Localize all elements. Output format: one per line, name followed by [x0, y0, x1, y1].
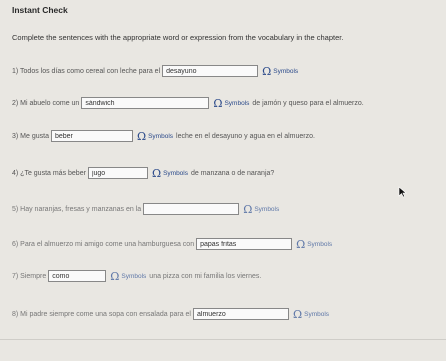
symbols-button-7[interactable]: Ω Symbols [110, 271, 146, 282]
question-7-text: 7) Siempre [12, 272, 47, 280]
omega-icon: Ω [213, 96, 223, 110]
omega-icon: Ω [151, 166, 162, 180]
answer-5-input[interactable] [143, 203, 240, 215]
omega-icon: Ω [110, 269, 120, 283]
question-6: 6) Para el almuerzo mi amigo come una ha… [12, 238, 335, 250]
symbols-button-3[interactable]: Ω Symbols [137, 131, 173, 142]
symbols-button-4[interactable]: Ω Symbols [152, 168, 188, 179]
symbols-label: Symbols [148, 132, 174, 140]
symbols-label: Symbols [304, 310, 330, 318]
question-5-text: 5) Hay naranjas, fresas y manzanas en la [12, 205, 142, 213]
symbols-button-6[interactable]: Ω Symbols [296, 239, 332, 250]
omega-icon: Ω [262, 64, 272, 78]
question-4: 4) ¿Te gusta más beber Ω Symbols de manz… [12, 167, 274, 179]
symbols-label: Symbols [273, 67, 299, 75]
symbols-button-5[interactable]: Ω Symbols [243, 204, 279, 215]
question-7-text-after: una pizza con mi familia los viernes. [149, 272, 262, 280]
question-5: 5) Hay naranjas, fresas y manzanas en la… [12, 203, 282, 215]
answer-4-input[interactable] [87, 167, 148, 179]
page-title: Instant Check [12, 5, 68, 15]
instructions: Complete the sentences with the appropri… [12, 33, 344, 42]
omega-icon: Ω [296, 237, 306, 251]
question-4-text: 4) ¿Te gusta más beber [12, 169, 86, 177]
symbols-label: Symbols [224, 99, 250, 107]
question-3: 3) Me gusta Ω Symbols leche en el desayu… [12, 130, 315, 142]
answer-6-input[interactable] [196, 238, 293, 250]
omega-icon: Ω [293, 307, 303, 321]
answer-1-input[interactable] [162, 65, 259, 77]
symbols-label: Symbols [254, 205, 280, 213]
symbols-label: Symbols [307, 240, 333, 248]
question-4-text-after: de manzana o de naranja? [191, 169, 275, 177]
question-2: 2) Mi abuelo come un Ω Symbols de jamón … [12, 97, 364, 109]
answer-7-input[interactable] [48, 270, 107, 282]
answer-8-input[interactable] [193, 308, 289, 320]
question-6-text: 6) Para el almuerzo mi amigo come una ha… [12, 240, 195, 248]
question-3-text: 3) Me gusta [12, 132, 49, 140]
symbols-button-2[interactable]: Ω Symbols [213, 98, 249, 109]
question-1-text: 1) Todos los días como cereal con leche … [12, 67, 161, 75]
mouse-cursor-icon [398, 186, 408, 198]
omega-icon: Ω [136, 129, 147, 143]
symbols-button-1[interactable]: Ω Symbols [262, 66, 298, 77]
question-8: 8) Mi padre siempre come una sopa con en… [12, 308, 332, 320]
question-2-text-after: de jamón y queso para el almuerzo. [252, 99, 364, 107]
question-3-text-after: leche en el desayuno y agua en el almuer… [176, 132, 315, 140]
question-2-text: 2) Mi abuelo come un [12, 99, 80, 107]
answer-3-input[interactable] [50, 130, 133, 142]
question-1: 1) Todos los días como cereal con leche … [12, 65, 301, 77]
symbols-label: Symbols [121, 272, 147, 280]
answer-2-input[interactable] [81, 97, 210, 109]
omega-icon: Ω [243, 202, 253, 216]
symbols-button-8[interactable]: Ω Symbols [293, 309, 329, 320]
question-8-text: 8) Mi padre siempre come una sopa con en… [12, 310, 191, 318]
symbols-label: Symbols [163, 169, 188, 177]
divider [0, 339, 446, 340]
question-7: 7) Siempre Ω Symbols una pizza con mi fa… [12, 270, 261, 282]
